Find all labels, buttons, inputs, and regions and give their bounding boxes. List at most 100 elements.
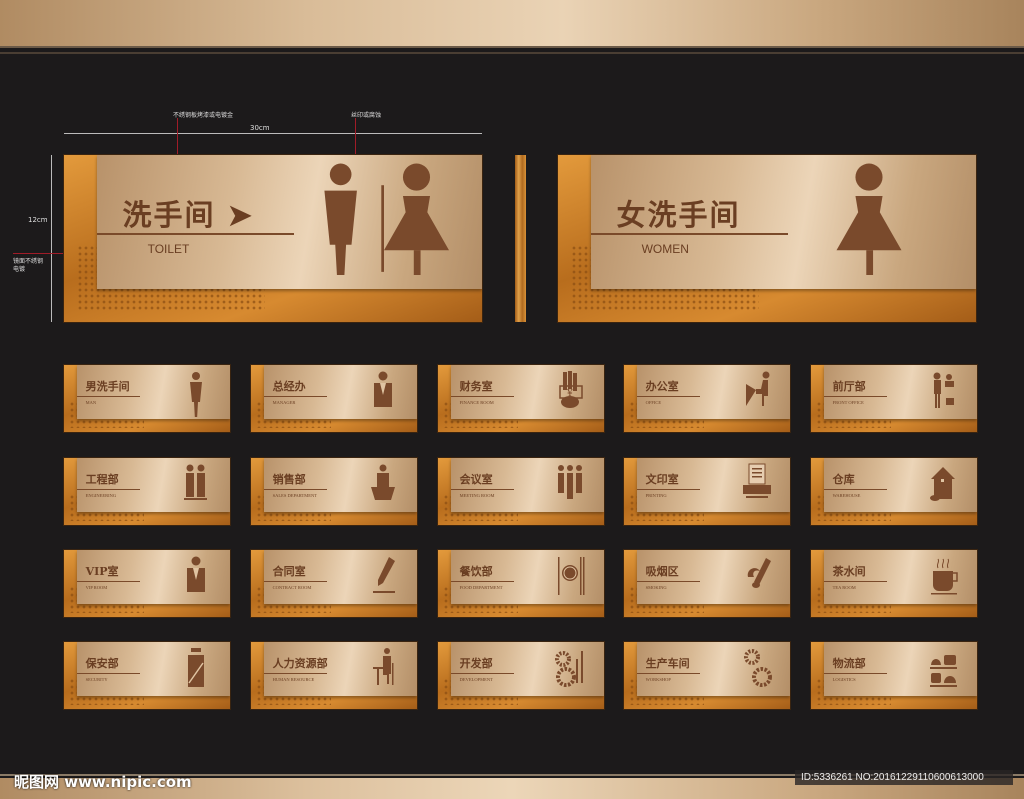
sign-chinese-label: 生产车间 bbox=[645, 657, 690, 671]
height-dimension-line bbox=[51, 155, 52, 322]
sign-english-label: HUMAN RESOURCE bbox=[272, 676, 315, 682]
sign-rule bbox=[264, 672, 328, 674]
sign-rule bbox=[451, 395, 515, 397]
room-sign: 财务室 FINANCE ROOM ¥ bbox=[438, 365, 604, 432]
room-sign: 工程部 ENGINEERING bbox=[64, 458, 230, 525]
top-gold-band bbox=[0, 0, 1024, 46]
sign-rule bbox=[824, 395, 888, 397]
sign-english-label: DEVELOPMENT bbox=[459, 676, 493, 682]
width-label: 30cm bbox=[250, 124, 270, 132]
security-icon bbox=[188, 648, 205, 687]
image-id: ID:5336261 NO:20161229110600613000 bbox=[795, 770, 1013, 785]
sales-icon bbox=[371, 464, 396, 500]
manager-icon bbox=[187, 556, 206, 592]
sign-rule bbox=[824, 580, 888, 582]
sign-english-label: MAN bbox=[85, 399, 97, 405]
engineering-icon bbox=[184, 464, 208, 500]
sign-chinese-label: 开发部 bbox=[459, 657, 493, 671]
sign-english-label: PRINTING bbox=[645, 492, 667, 498]
room-sign: 仓库 WAREHOUSE bbox=[811, 458, 977, 525]
sign-chinese-label: 餐饮部 bbox=[459, 565, 493, 579]
sign-english-label: TEA ROOM bbox=[832, 584, 856, 590]
sign-chinese-label: 办公室 bbox=[645, 380, 679, 394]
sign-english-label: MANAGER bbox=[272, 399, 296, 405]
large-sign-women: 女洗手间 WOMEN bbox=[558, 155, 976, 322]
man-woman-icon bbox=[323, 163, 449, 275]
room-sign: 物流部 LOGISTICS bbox=[811, 642, 977, 709]
man-icon bbox=[190, 372, 203, 417]
sign-chinese-label: 仓库 bbox=[832, 473, 855, 487]
sign-chinese-label: 文印室 bbox=[645, 473, 679, 487]
room-sign: 人力资源部 HUMAN RESOURCE bbox=[251, 642, 417, 709]
sign-rule bbox=[824, 488, 888, 490]
room-sign: VIP室 VIP ROOM bbox=[64, 550, 230, 617]
sign-rule bbox=[451, 672, 515, 674]
meeting-icon bbox=[558, 465, 583, 499]
gears-tools-icon bbox=[555, 651, 584, 687]
sign-rule bbox=[77, 488, 141, 490]
room-sign: 餐饮部 FOOD DEPARTMENT bbox=[438, 550, 604, 617]
sign-english-label: FINANCE ROOM bbox=[459, 399, 494, 405]
room-sign: 总经办 MANAGER bbox=[251, 365, 417, 432]
sign-english-label: SMOKING bbox=[645, 584, 667, 590]
logistics-icon bbox=[930, 655, 958, 687]
sign-chinese-label: 茶水间 bbox=[832, 565, 866, 579]
room-sign: 办公室 OFFICE bbox=[624, 365, 790, 432]
desk-icon bbox=[373, 648, 394, 685]
manager-icon bbox=[374, 371, 393, 407]
room-sign: 前厅部 FRONT OFFICE bbox=[811, 365, 977, 432]
sign-english-label: WORKSHOP bbox=[645, 676, 671, 682]
sign-rule bbox=[77, 580, 141, 582]
room-sign: 吸烟区 SMOKING bbox=[624, 550, 790, 617]
sign-english-label: FRONT OFFICE bbox=[832, 399, 864, 405]
sign-english-label: FOOD DEPARTMENT bbox=[459, 584, 503, 590]
sign-rule bbox=[77, 395, 141, 397]
sign-chinese-label: 合同室 bbox=[272, 565, 306, 579]
room-sign: 男洗手间 MAN bbox=[64, 365, 230, 432]
sign-rule bbox=[264, 488, 328, 490]
sign-english-label: MEETING ROOM bbox=[459, 492, 495, 498]
sign-rule bbox=[637, 395, 701, 397]
room-sign: 保安部 SECURITY bbox=[64, 642, 230, 709]
sign-rule bbox=[591, 233, 788, 236]
sign-english-label: SECURITY bbox=[85, 676, 108, 682]
finance-icon: ¥ bbox=[559, 371, 583, 408]
printer-icon bbox=[743, 463, 772, 498]
width-dimension-line bbox=[64, 133, 482, 134]
sign-rule bbox=[451, 488, 515, 490]
sign-english-label: TOILET bbox=[147, 241, 190, 256]
divider bbox=[0, 46, 1024, 48]
gears-icon bbox=[744, 649, 773, 687]
sign-chinese-label: 吸烟区 bbox=[645, 565, 679, 579]
sign-rule bbox=[637, 672, 701, 674]
sign-chinese-label: 财务室 bbox=[459, 380, 493, 394]
sign-chinese-label: 男洗手间 bbox=[85, 380, 130, 394]
food-icon bbox=[558, 557, 585, 595]
sign-english-label: CONTRACT ROOM bbox=[272, 584, 312, 590]
sign-chinese-label: 女洗手间 bbox=[616, 197, 741, 232]
sign-rule bbox=[97, 233, 294, 236]
pointer-line bbox=[13, 253, 69, 254]
pencil-icon bbox=[373, 557, 396, 593]
material-annotation: 不绣钢板烤漆或电镀金 bbox=[173, 112, 234, 119]
room-sign: 会议室 MEETING ROOM bbox=[438, 458, 604, 525]
mirror-annotation: 镜面不绣钢电镀 bbox=[13, 258, 44, 273]
sign-english-label: SALES DEPARTMENT bbox=[272, 492, 318, 498]
sign-english-label: VIP ROOM bbox=[85, 584, 108, 590]
room-sign: 销售部 SALES DEPARTMENT bbox=[251, 458, 417, 525]
office-icon bbox=[746, 371, 770, 406]
sign-chinese-label: 保安部 bbox=[85, 657, 119, 671]
room-sign: 生产车间 WORKSHOP bbox=[624, 642, 790, 709]
large-sign-toilet: 洗手间 ➤ TOILET bbox=[64, 155, 482, 322]
smoking-icon bbox=[747, 558, 772, 588]
height-label: 12cm bbox=[28, 216, 48, 224]
watermark-logo: 昵图网 www.nipic.com bbox=[14, 773, 192, 791]
sign-english-label: ENGINEERING bbox=[85, 492, 117, 498]
house-icon bbox=[930, 467, 956, 501]
sign-chinese-label: 洗手间 ➤ bbox=[122, 197, 254, 232]
room-sign: 文印室 PRINTING bbox=[624, 458, 790, 525]
sign-chinese-label: VIP室 bbox=[85, 565, 119, 579]
sign-chinese-label: 人力资源部 bbox=[272, 657, 328, 671]
cup-icon bbox=[931, 558, 958, 595]
sign-rule bbox=[264, 395, 328, 397]
